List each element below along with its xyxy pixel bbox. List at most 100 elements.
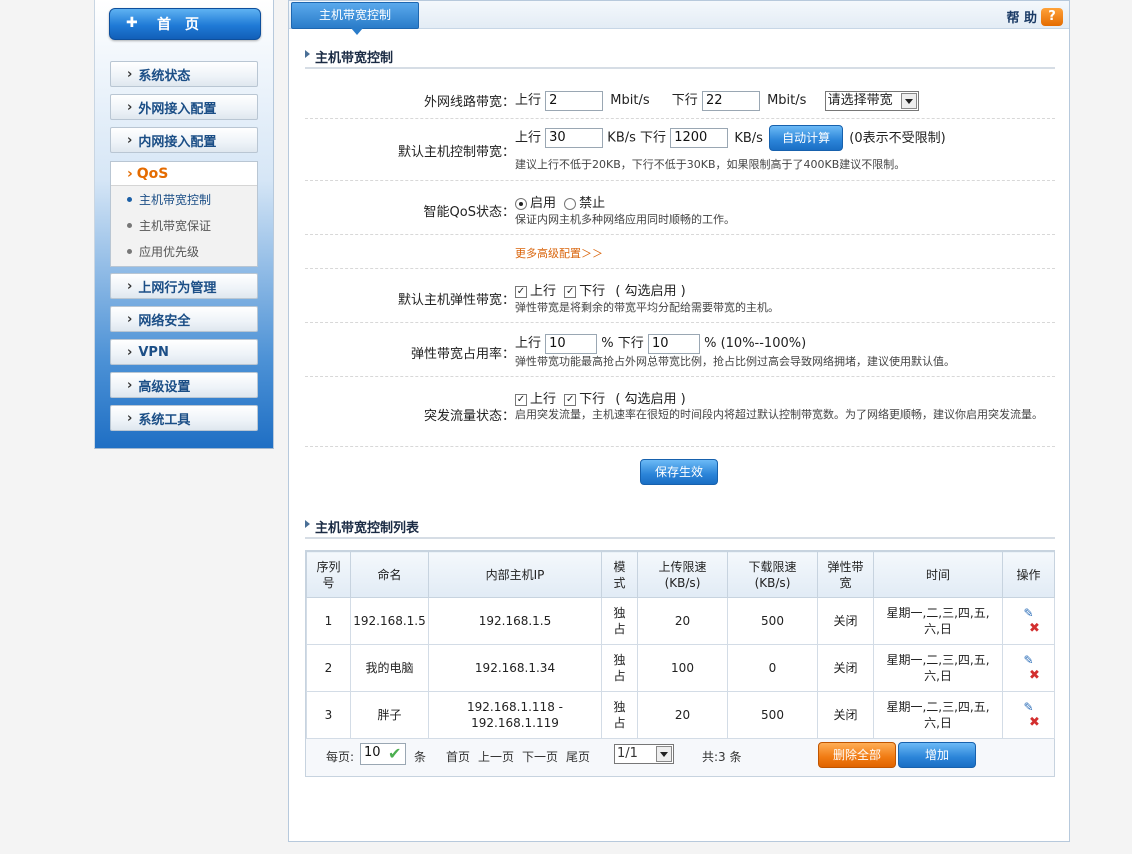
nav-label: 内网接入配置 <box>138 134 217 150</box>
pager-next-link[interactable]: 下一页 <box>522 748 558 765</box>
ratio-up-input[interactable]: 10 <box>545 333 598 354</box>
pager-last-link[interactable]: 尾页 <box>566 748 590 765</box>
elastic-ratio-controls: 上行 10 % 下行 10 % (10%--100%) <box>515 332 806 354</box>
row-qos-state: 智能QoS状态： 启用 禁止 保证内网主机多种网络应用同时顺畅的工作。 <box>305 181 1055 235</box>
elastic-up-label: 上行 <box>530 284 557 299</box>
ratio-pct1: % <box>601 336 614 351</box>
nav-qos-app-priority[interactable]: 应用优先级 <box>111 238 257 264</box>
nav-advanced[interactable]: › 高级设置 <box>110 372 258 398</box>
section-title-config: 主机带宽控制 <box>305 47 1055 69</box>
label-qos-state: 智能QoS状态： <box>423 205 515 220</box>
delete-icon[interactable]: ✖ <box>1016 668 1053 684</box>
cell-elastic: 关闭 <box>817 597 874 645</box>
nav-label: 主机带宽保证 <box>139 218 212 233</box>
table-row: 2 我的电脑 192.168.1.34 独占 100 0 关闭 星期一,二,三,… <box>306 644 1055 692</box>
help-button[interactable]: 帮 助 ? <box>1006 7 1063 26</box>
chevron-right-icon: › <box>127 66 133 82</box>
delete-icon[interactable]: ✖ <box>1016 621 1053 637</box>
nav-system-status[interactable]: › 系统状态 <box>110 61 258 87</box>
burst-up-label: 上行 <box>530 392 557 407</box>
page-select[interactable]: 1/1 <box>614 744 674 764</box>
nav-wan-config[interactable]: › 外网接入配置 <box>110 94 258 120</box>
edit-icon[interactable]: ✎ <box>1004 652 1053 668</box>
chevron-right-icon: › <box>127 377 133 393</box>
cell-ops: ✎ ✖ <box>1002 644 1055 692</box>
row-default-bw: 默认主机控制带宽： 上行 30 KB/s 下行 1200 KB/s 自动计算 (… <box>305 119 1055 181</box>
default-up-unit: KB/s <box>607 130 636 146</box>
list-table: 序列号 命名 内部主机IP 模式 上传限速(KB/s) 下载限速(KB/s) 弹… <box>306 551 1055 739</box>
default-bw-hint: (0表示不受限制) <box>849 130 946 146</box>
cell-idx: 1 <box>306 597 351 645</box>
sidebar: ✚ 首页 › 系统状态 › 外网接入配置 › 内网接入配置 › QoS 主机带宽… <box>94 0 274 449</box>
col-header: 命名 <box>350 551 429 598</box>
section-title-list: 主机带宽控制列表 <box>305 517 1055 539</box>
nav-network-security[interactable]: › 网络安全 <box>110 306 258 332</box>
nav-tools[interactable]: › 系统工具 <box>110 405 258 431</box>
default-up-input[interactable]: 30 <box>545 128 604 148</box>
qos-enable-radio[interactable] <box>515 197 527 210</box>
col-header: 内部主机IP <box>428 551 602 598</box>
edit-icon[interactable]: ✎ <box>1004 699 1053 715</box>
row-more-link: 更多高级配置＞＞ <box>305 235 1055 269</box>
nav-vpn[interactable]: › VPN <box>110 339 258 365</box>
pager-prev-link[interactable]: 上一页 <box>478 748 514 765</box>
add-button[interactable]: 增加 <box>898 742 976 768</box>
default-bw-note: 建议上行不低于20KB，下行不低于30KB，如果限制高于了400KB建议不限制。 <box>515 158 906 171</box>
wan-up-input[interactable]: 2 <box>545 90 604 111</box>
burst-down-checkbox[interactable]: ✓ <box>564 393 577 406</box>
chevron-down-icon <box>656 746 672 762</box>
cell-time: 星期一,二,三,四,五,六,日 <box>873 597 1003 645</box>
wan-bw-controls: 上行 2 Mbit/s 下行 22 Mbit/s 请选择带宽 <box>515 89 919 111</box>
cell-ops: ✎ ✖ <box>1002 691 1055 739</box>
nav-lan-config[interactable]: › 内网接入配置 <box>110 127 258 153</box>
home-button[interactable]: ✚ 首页 <box>109 8 261 40</box>
page-select-value: 1/1 <box>617 746 638 761</box>
home-plus-icon: ✚ <box>126 15 138 31</box>
nav-label: QoS <box>136 165 169 182</box>
chevron-right-icon: › <box>127 99 133 115</box>
edit-icon[interactable]: ✎ <box>1004 605 1053 621</box>
label-elastic-bw: 默认主机弹性带宽： <box>397 293 515 308</box>
tab-bw-control[interactable]: 主机带宽控制 <box>291 2 419 35</box>
nav-label: 主机带宽控制 <box>139 192 212 207</box>
host-list-table: 序列号 命名 内部主机IP 模式 上传限速(KB/s) 下载限速(KB/s) 弹… <box>305 550 1055 777</box>
ratio-down-input[interactable]: 10 <box>647 333 700 354</box>
cell-mode: 独占 <box>601 644 638 692</box>
col-header: 模式 <box>601 551 638 598</box>
cell-time: 星期一,二,三,四,五,六,日 <box>873 644 1003 692</box>
more-advanced-link[interactable]: 更多高级配置＞＞ <box>515 245 603 261</box>
nav-qos[interactable]: › QoS <box>111 162 257 186</box>
delete-all-button[interactable]: 删除全部 <box>818 742 896 768</box>
cell-ip: 192.168.1.34 <box>428 644 602 692</box>
label-elastic-ratio: 弹性带宽占用率： <box>410 347 515 362</box>
top-bar: 主机带宽控制 帮 助 ? <box>289 1 1069 35</box>
nav-label: 系统工具 <box>138 412 191 428</box>
table-row: 1 192.168.1.5 192.168.1.5 独占 20 500 关闭 星… <box>306 597 1055 645</box>
col-header: 上传限速(KB/s) <box>637 551 728 598</box>
section-title-text: 主机带宽控制 <box>315 51 394 66</box>
default-down-label: 下行 <box>640 130 667 146</box>
cell-name: 胖子 <box>350 691 429 739</box>
bullet-icon <box>127 248 132 254</box>
nav-behavior-mgmt[interactable]: › 上网行为管理 <box>110 273 258 299</box>
qos-disable-label: 禁止 <box>579 196 606 211</box>
bw-select[interactable]: 请选择带宽 <box>824 90 919 111</box>
wan-down-input[interactable]: 22 <box>701 90 760 111</box>
qos-disable-radio[interactable] <box>564 197 577 210</box>
nav-label: 网络安全 <box>138 313 191 329</box>
auto-calc-button[interactable]: 自动计算 <box>769 125 844 151</box>
elastic-down-checkbox[interactable]: ✓ <box>564 285 577 298</box>
default-down-input[interactable]: 1200 <box>670 128 729 148</box>
delete-icon[interactable]: ✖ <box>1016 715 1053 731</box>
burst-up-checkbox[interactable]: ✓ <box>515 393 527 406</box>
elastic-up-checkbox[interactable]: ✓ <box>515 285 527 298</box>
save-button[interactable]: 保存生效 <box>640 459 718 485</box>
row-elastic-ratio: 弹性带宽占用率： 上行 10 % 下行 10 % (10%--100%) 弹性带… <box>305 323 1055 377</box>
cell-up: 20 <box>637 597 728 645</box>
pager-first-link[interactable]: 首页 <box>446 748 470 765</box>
cell-elastic: 关闭 <box>817 691 874 739</box>
cell-elastic: 关闭 <box>817 644 874 692</box>
nav-qos-bw-control[interactable]: 主机带宽控制 <box>111 186 257 212</box>
confirm-check-icon[interactable]: ✔ <box>388 744 401 763</box>
nav-qos-bw-guarantee[interactable]: 主机带宽保证 <box>111 212 257 238</box>
